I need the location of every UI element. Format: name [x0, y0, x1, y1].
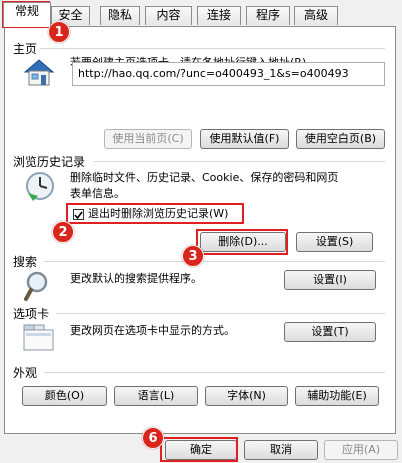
use-default-button[interactable]: 使用默认值(F) [200, 129, 289, 149]
search-settings-button[interactable]: 设置(I) [284, 270, 376, 290]
tab-privacy[interactable]: 隐私 [100, 6, 140, 25]
home-url-input[interactable]: http://hao.qq.com/?unc=o400493_1&s=o4004… [72, 62, 385, 86]
tab-programs[interactable]: 程序 [246, 6, 290, 25]
search-separator [44, 261, 385, 262]
tabbed-window-icon [22, 322, 56, 352]
tab-label: 安全 [58, 8, 83, 22]
clock-icon [24, 170, 58, 204]
step-badge-6: 6 [142, 427, 164, 449]
ok-button[interactable]: 确定 [165, 440, 237, 460]
home-separator [40, 48, 385, 49]
colors-button[interactable]: 颜色(O) [22, 386, 107, 406]
history-description-line1: 删除临时文件、历史记录、Cookie、保存的密码和网页 [70, 171, 339, 184]
check-icon [74, 211, 83, 220]
step-badge-1: 1 [48, 21, 70, 43]
search-section-title: 搜索 [13, 255, 38, 269]
step-badge-3: 3 [182, 245, 204, 267]
delete-on-exit-checkbox[interactable] [73, 209, 84, 220]
history-description-line2: 表单信息。 [70, 187, 125, 200]
appearance-section-title: 外观 [13, 366, 38, 380]
languages-button[interactable]: 语言(L) [114, 386, 198, 406]
tab-label: 连接 [206, 8, 231, 22]
home-icon [22, 57, 56, 87]
appearance-separator [44, 372, 385, 373]
tab-connections[interactable]: 连接 [197, 6, 241, 25]
tab-label: 隐私 [107, 8, 132, 22]
tabs-section-title: 选项卡 [13, 307, 50, 321]
tabs-description: 更改网页在选项卡中显示的方式。 [70, 324, 235, 337]
tab-label: 常规 [14, 4, 39, 18]
use-blank-button[interactable]: 使用空白页(B) [296, 129, 385, 149]
accessibility-button[interactable]: 辅助功能(E) [295, 386, 379, 406]
delete-history-button[interactable]: 删除(D)... [200, 232, 286, 252]
tab-label: 程序 [255, 8, 280, 22]
apply-button[interactable]: 应用(A) [324, 440, 398, 460]
magnifier-icon [24, 270, 56, 302]
delete-on-exit-label[interactable]: 退出时删除浏览历史记录(W) [88, 206, 228, 222]
tab-general[interactable]: 常规 [3, 2, 51, 27]
fonts-button[interactable]: 字体(N) [205, 386, 288, 406]
tab-content[interactable]: 内容 [145, 6, 192, 25]
history-section-title: 浏览历史记录 [13, 155, 86, 169]
tab-advanced[interactable]: 高级 [294, 6, 338, 25]
cancel-button[interactable]: 取消 [244, 440, 318, 460]
use-current-button[interactable]: 使用当前页(C) [104, 129, 192, 149]
search-description: 更改默认的搜索提供程序。 [70, 272, 202, 285]
tabs-settings-button[interactable]: 设置(T) [284, 322, 376, 342]
history-separator [94, 161, 385, 162]
home-section-title: 主页 [13, 42, 38, 56]
tab-label: 高级 [303, 8, 328, 22]
tab-label: 内容 [156, 8, 181, 22]
tabs-separator [56, 313, 385, 314]
step-badge-2: 2 [52, 221, 74, 243]
history-settings-button[interactable]: 设置(S) [296, 232, 373, 252]
